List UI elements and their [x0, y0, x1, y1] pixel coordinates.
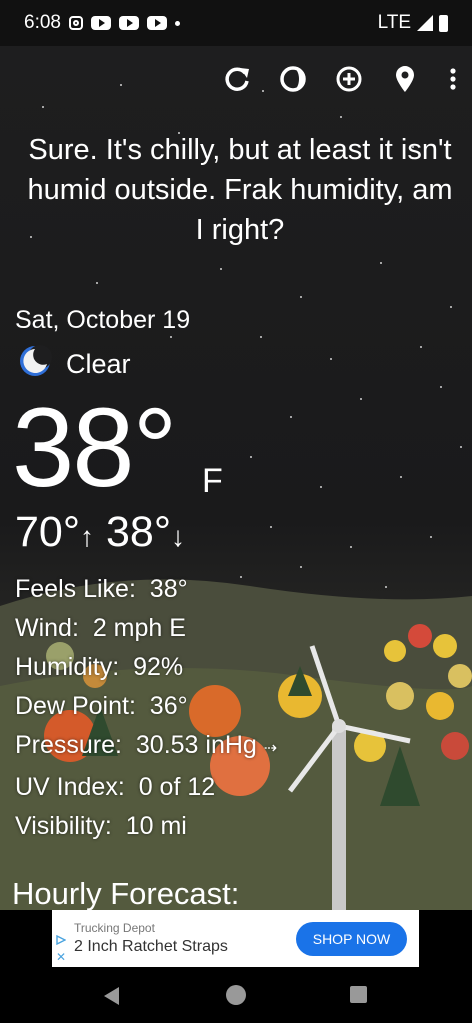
uv-index-row: UV Index: 0 of 12	[15, 768, 277, 807]
wind-label: Wind:	[15, 614, 79, 642]
weather-quote: Sure. It's chilly, but at least it isn't…	[27, 134, 453, 246]
wind-row: Wind: 2 mph E	[15, 609, 277, 648]
wind-value: 2 mph E	[92, 614, 186, 642]
pressure-value: 30.53 inHg	[135, 731, 257, 759]
visibility-row: Visibility: 10 mi	[15, 807, 277, 846]
instagram-notification-icon	[68, 16, 83, 30]
more-vert-icon[interactable]	[446, 64, 460, 94]
status-time: 6:08	[24, 12, 61, 33]
humidity-value: 92%	[133, 653, 184, 681]
refresh-icon[interactable]	[222, 64, 252, 94]
condition-label: Clear	[66, 349, 131, 379]
pressure-label: Pressure:	[15, 731, 122, 759]
ad-banner[interactable]: ✕ Trucking Depot 2 Inch Ratchet Straps S…	[52, 910, 419, 967]
dew-point-label: Dew Point:	[15, 692, 136, 720]
youtube-notification-icon	[90, 16, 111, 30]
theme-icon[interactable]	[278, 64, 308, 94]
recents-icon[interactable]	[350, 986, 367, 1003]
add-location-icon[interactable]	[334, 64, 364, 94]
location-pin-icon[interactable]	[390, 64, 420, 94]
humidity-label: Humidity:	[15, 653, 120, 681]
navigation-bar	[0, 967, 472, 1023]
feels-like-value: 38°	[149, 575, 188, 603]
moon-icon	[18, 344, 52, 385]
home-icon[interactable]	[226, 985, 246, 1005]
weather-date: Sat, October 19	[15, 306, 191, 334]
ad-shop-now-button[interactable]: SHOP NOW	[296, 922, 407, 956]
visibility-label: Visibility:	[15, 812, 112, 840]
more-notifications-dot-icon	[174, 20, 180, 26]
youtube-notification-icon	[118, 16, 139, 30]
feels-like-label: Feels Like:	[15, 575, 136, 603]
current-temperature: 38°	[12, 385, 177, 510]
pressure-row: Pressure: 30.53 inHg ⇢	[15, 726, 277, 768]
network-type: LTE	[377, 12, 411, 33]
hourly-forecast-heading: Hourly Forecast:	[12, 876, 240, 911]
toolbar	[222, 64, 460, 94]
back-icon[interactable]	[104, 987, 119, 1005]
pressure-trend-arrow-icon: ⇢	[263, 740, 278, 757]
arrow-down-icon: ↓	[171, 521, 186, 552]
dew-point-row: Dew Point: 36°	[15, 687, 277, 726]
uv-index-label: UV Index:	[15, 773, 125, 801]
high-temperature: 70°	[15, 508, 81, 556]
ad-close-icon[interactable]: ✕	[56, 950, 66, 964]
battery-icon	[439, 14, 448, 32]
ad-advertiser: Trucking Depot	[74, 921, 155, 935]
visibility-value: 10 mi	[125, 812, 187, 840]
signal-icon	[417, 15, 433, 31]
humidity-row: Humidity: 92%	[15, 648, 277, 687]
ad-choices-icon[interactable]	[56, 935, 66, 945]
status-bar: 6:08 LTE	[0, 0, 472, 46]
temperature-unit: F	[202, 462, 223, 500]
weather-details: Feels Like: 38° Wind: 2 mph E Humidity: …	[15, 570, 277, 846]
dew-point-value: 36°	[149, 692, 188, 720]
ad-title[interactable]: 2 Inch Ratchet Straps	[74, 938, 228, 956]
feels-like-row: Feels Like: 38°	[15, 570, 277, 609]
high-low-temperatures: 70°↑ 38°↓	[15, 508, 185, 557]
weather-condition: Clear	[18, 344, 131, 385]
arrow-up-icon: ↑	[80, 521, 95, 552]
uv-index-value: 0 of 12	[138, 773, 216, 801]
low-temperature: 38°	[105, 508, 172, 556]
youtube-notification-icon	[146, 16, 167, 30]
